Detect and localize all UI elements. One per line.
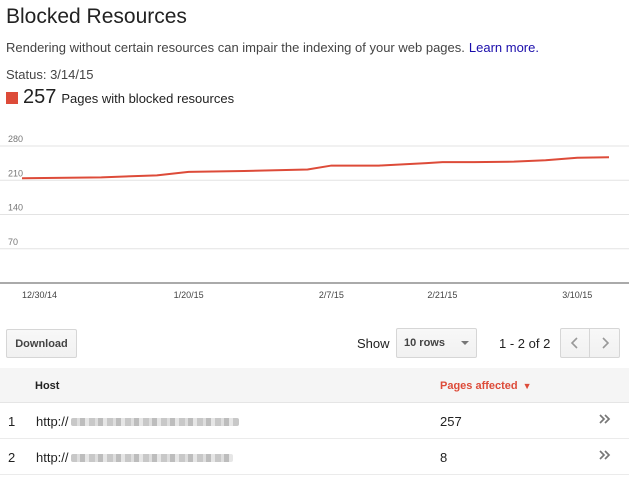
chevron-right-icon bbox=[601, 337, 609, 349]
download-button[interactable]: Download bbox=[6, 329, 77, 358]
redacted-host-blur bbox=[70, 453, 233, 462]
table-row[interactable]: 2 http:// 8 bbox=[0, 439, 629, 475]
row-details-icon[interactable] bbox=[598, 448, 612, 467]
redacted-host-blur bbox=[70, 417, 239, 426]
table-header bbox=[0, 368, 629, 403]
pages-affected-cell: 257 bbox=[440, 414, 462, 429]
series-line bbox=[21, 156, 610, 180]
host-text: http:// bbox=[36, 450, 69, 465]
metric-value: 257 bbox=[23, 86, 57, 108]
x-tick-label: 2/7/15 bbox=[319, 290, 344, 300]
metric-color-swatch bbox=[6, 92, 18, 104]
previous-page-button[interactable] bbox=[560, 328, 590, 358]
host-cell: http:// bbox=[36, 450, 233, 465]
page-description: Rendering without certain resources can … bbox=[6, 40, 539, 55]
next-page-button[interactable] bbox=[590, 328, 620, 358]
table-row[interactable]: 1 http:// 257 bbox=[0, 403, 629, 439]
rows-per-page-value: 10 rows bbox=[404, 337, 445, 349]
show-label: Show bbox=[357, 336, 390, 351]
pagination-text: 1 - 2 of 2 bbox=[499, 336, 551, 351]
blocked-resources-chart: 70 140 210 280 12/30/14 1/20/15 2/7/15 2/21/15… bbox=[0, 134, 629, 300]
description-text: Rendering without certain resources can … bbox=[6, 40, 465, 55]
learn-more-link[interactable]: Learn more. bbox=[469, 40, 539, 55]
x-tick-label: 1/20/15 bbox=[174, 290, 204, 300]
y-tick-label: 140 bbox=[8, 203, 23, 213]
metric-label: Pages with blocked resources bbox=[61, 91, 235, 106]
pages-affected-label: Pages affected bbox=[440, 380, 518, 392]
x-tick-label: 2/21/15 bbox=[427, 290, 457, 300]
x-tick-label: 3/10/15 bbox=[562, 290, 592, 300]
y-tick-label: 210 bbox=[8, 168, 23, 178]
pages-affected-cell: 8 bbox=[440, 450, 448, 465]
y-tick-label: 70 bbox=[8, 237, 18, 247]
column-header-pages-affected[interactable]: Pages affected ▼ bbox=[440, 380, 532, 392]
status-text: Status: 3/14/15 bbox=[6, 67, 94, 82]
row-index: 1 bbox=[8, 414, 16, 429]
chart-grid bbox=[0, 145, 629, 284]
chart-x-ticks: 12/30/14 1/20/15 2/7/15 2/21/15 3/10/15 bbox=[22, 290, 592, 300]
host-text: http:// bbox=[36, 414, 69, 429]
chart-series bbox=[21, 156, 610, 180]
row-details-icon[interactable] bbox=[598, 412, 612, 431]
rows-per-page-select[interactable]: 10 rows bbox=[396, 328, 477, 358]
chart-y-ticks: 70 140 210 280 bbox=[8, 134, 23, 247]
sort-descending-icon: ▼ bbox=[522, 381, 532, 391]
chevron-down-icon bbox=[461, 341, 469, 345]
chevron-left-icon bbox=[570, 337, 578, 349]
row-index: 2 bbox=[8, 450, 16, 465]
column-header-host[interactable]: Host bbox=[35, 380, 59, 392]
y-tick-label: 280 bbox=[8, 134, 23, 144]
metric-summary: 257 Pages with blocked resources bbox=[6, 86, 234, 109]
x-tick-label: 12/30/14 bbox=[22, 290, 57, 300]
host-cell: http:// bbox=[36, 414, 239, 429]
page-title: Blocked Resources bbox=[6, 5, 187, 28]
